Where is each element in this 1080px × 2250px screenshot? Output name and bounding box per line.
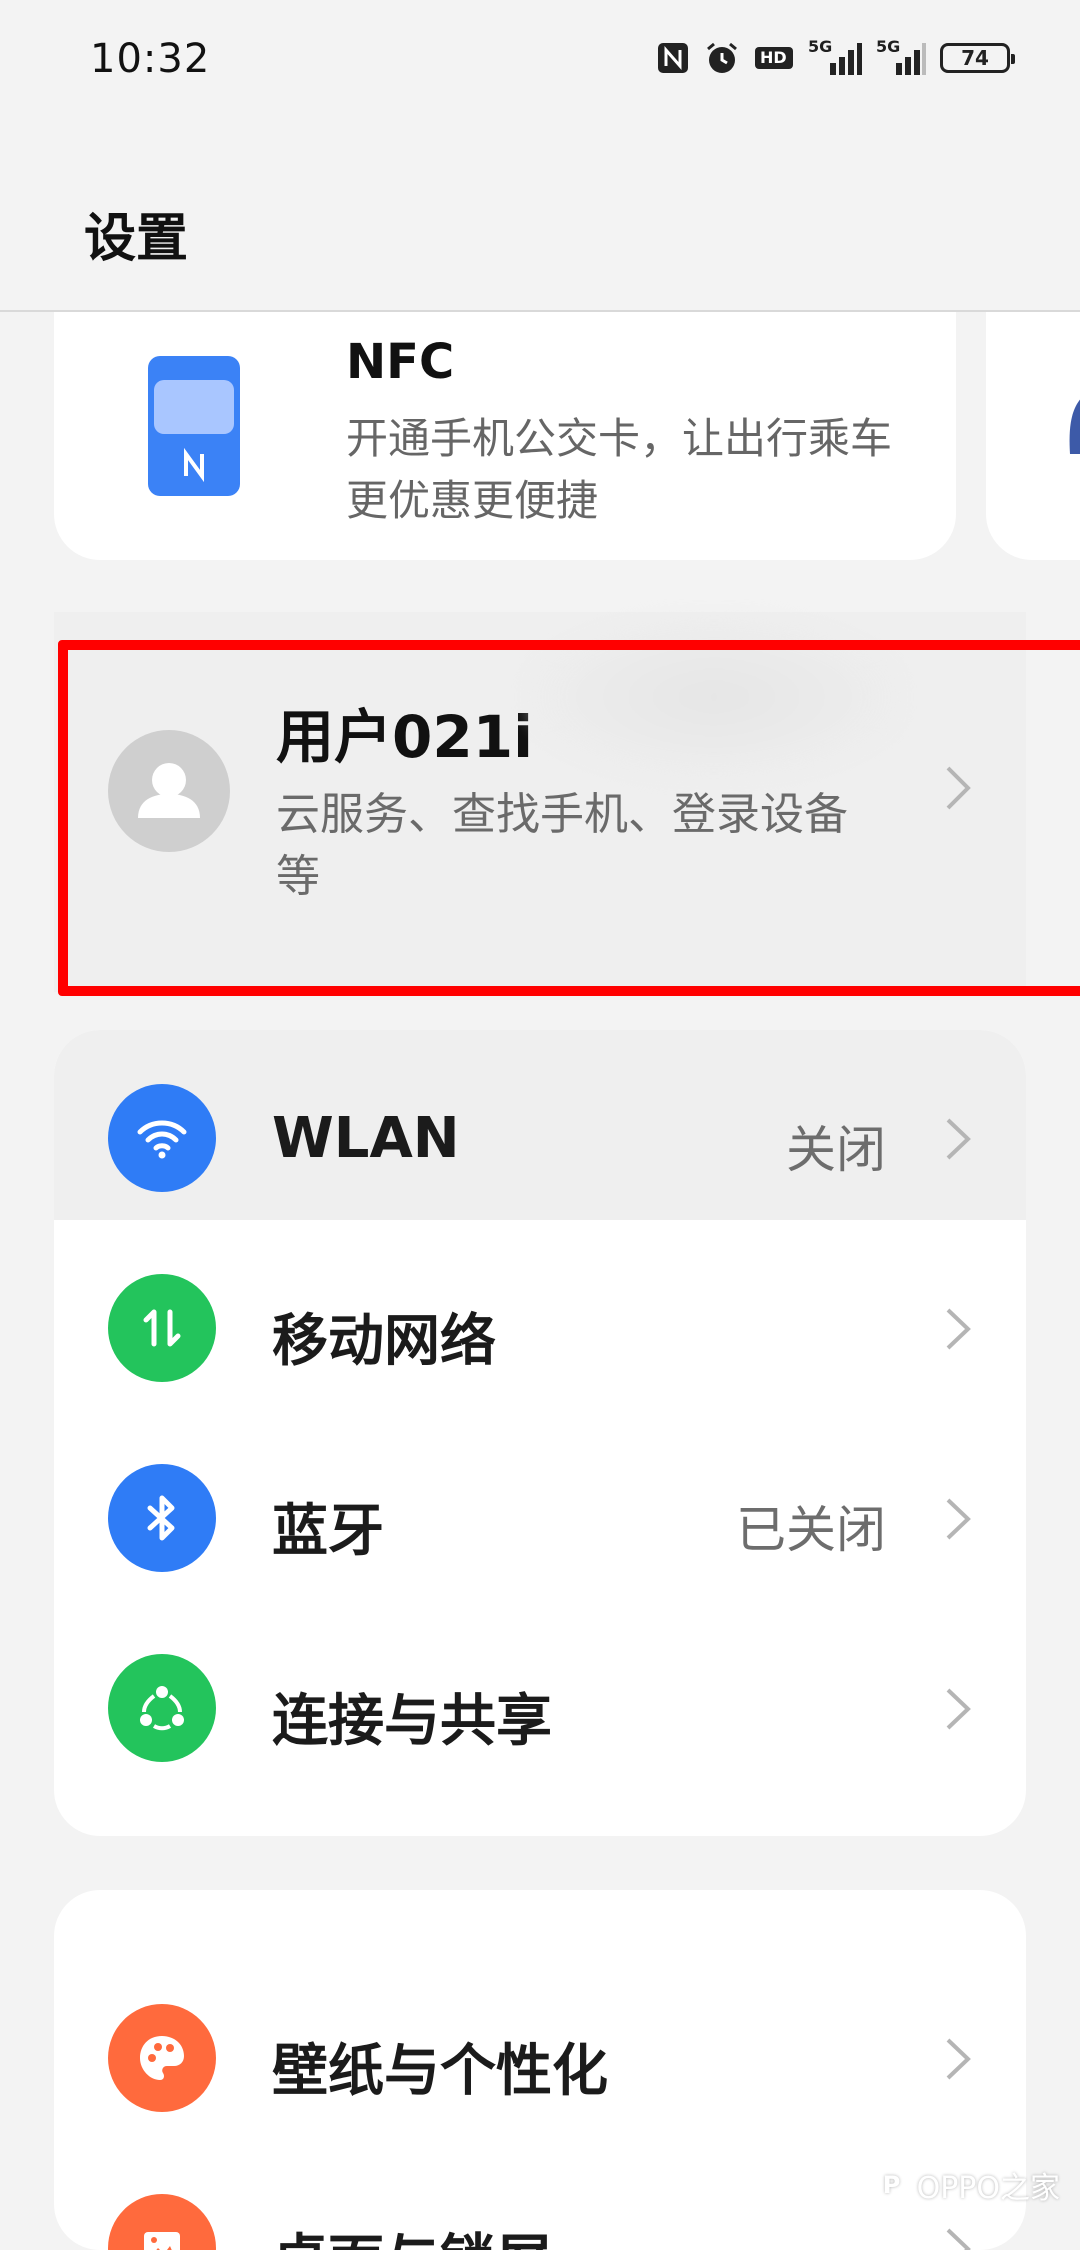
privacy-blur [524,612,904,782]
nfc-card-description: 开通手机公交卡，让出行乘车更优惠更便捷 [346,414,893,525]
watermark-logo-icon: P [872,2162,911,2208]
row-value: 关闭 [786,1121,886,1179]
chevron-right-icon [946,1498,971,1540]
account-card[interactable]: 用户021i 云服务、查找手机、登录设备等 [54,612,1026,992]
nfc-icon [656,41,690,75]
signal-5g-icon: 5G [808,37,862,75]
network-label: 5G [808,37,833,56]
row-label: 连接与共享 [272,1689,552,1754]
watermark: P OPPO之家 [872,2162,1060,2208]
page-title: 设置 [84,209,189,269]
settings-row-wallpaper[interactable]: 壁纸与个性化 [54,1950,1026,2140]
network-label: 5G [876,37,901,56]
alarm-icon [704,40,740,76]
row-label: 壁纸与个性化 [272,2039,608,2104]
settings-row-connection-sharing[interactable]: 连接与共享 [54,1600,1026,1790]
share-icon [108,1654,216,1762]
nfc-card-title: NFC [346,334,455,390]
status-icons: HD 5G 5G 74 [656,37,1015,78]
next-card-peek[interactable] [986,312,1080,560]
chevron-right-icon [946,2228,971,2250]
battery-indicator: 74 [940,43,1015,73]
image-icon [108,2194,216,2250]
header: 设置 [0,120,1080,312]
row-label: WLAN [272,1106,460,1171]
palette-icon [108,2004,216,2112]
hd-icon: HD [754,44,794,72]
chevron-right-icon [946,2038,971,2080]
chevron-right-icon [946,1688,971,1730]
chevron-right-icon [946,766,971,810]
signal-5g-icon: 5G [876,37,926,75]
chevron-right-icon [946,1118,971,1160]
nfc-card[interactable]: NFC 开通手机公交卡，让出行乘车更优惠更便捷 [54,312,956,560]
hd-label: HD [760,48,787,67]
nfc-card-icon [146,354,242,498]
status-time: 10:32 [90,36,211,82]
wifi-icon [108,1084,216,1192]
watermark-text: OPPO之家 [916,2171,1060,2206]
row-label: 桌面与锁屏 [272,2216,552,2250]
mobile-data-icon [108,1274,216,1382]
row-value: 已关闭 [736,1501,886,1559]
settings-row-bluetooth[interactable]: 蓝牙 已关闭 [54,1410,1026,1600]
settings-row-wlan[interactable]: WLAN 关闭 [54,1030,1026,1220]
account-description: 云服务、查找手机、登录设备等 [276,789,848,902]
avatar [108,730,230,852]
account-name: 用户021i [276,703,533,771]
settings-group-connectivity: WLAN 关闭 移动网络 蓝牙 已关闭 连接与共享 [54,1030,1026,1836]
settings-row-mobile-network[interactable]: 移动网络 [54,1220,1026,1410]
chevron-right-icon [946,1308,971,1350]
row-label: 蓝牙 [272,1499,384,1564]
row-label: 移动网络 [272,1309,496,1374]
status-bar: 10:32 HD 5G 5G 74 [0,0,1080,120]
bluetooth-icon [108,1464,216,1572]
card-peek-icon [1069,399,1080,454]
